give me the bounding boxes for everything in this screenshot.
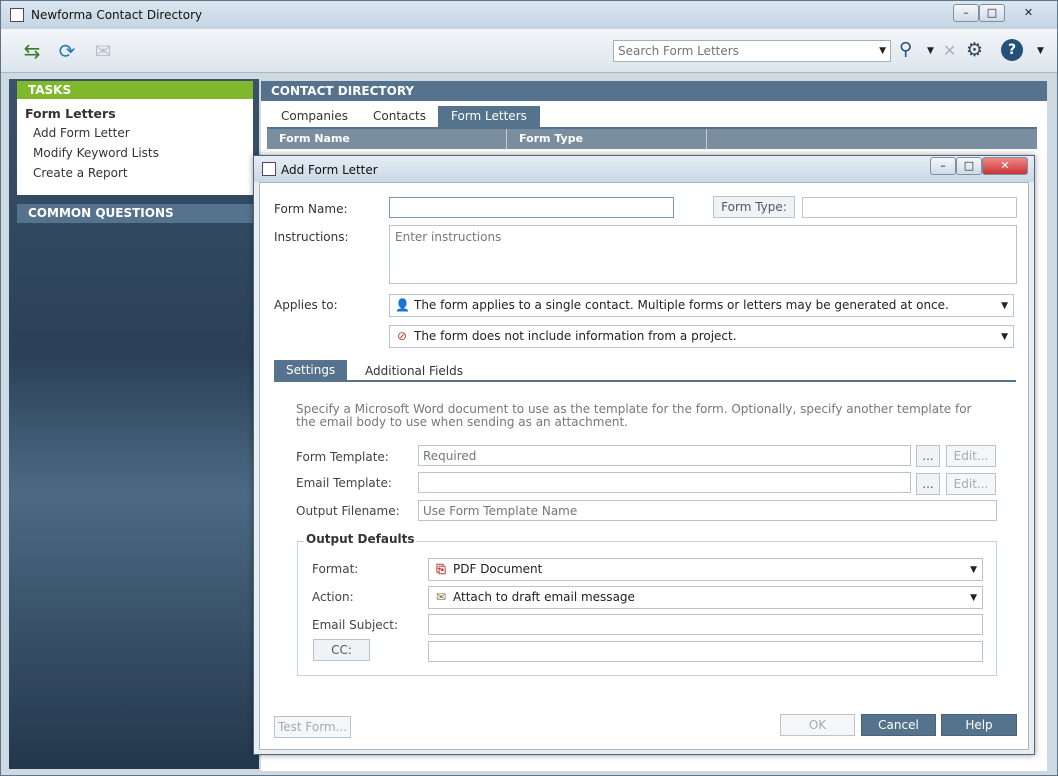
action-value: Attach to draft email message (453, 590, 635, 604)
search-options-icon[interactable]: ▼ (927, 46, 934, 56)
cancel-button[interactable]: Cancel (861, 714, 936, 736)
form-name-input[interactable] (389, 197, 674, 218)
chevron-down-icon: ▼ (970, 565, 977, 575)
tasks-header: TASKS (17, 81, 253, 99)
task-create-report[interactable]: Create a Report (33, 166, 128, 180)
switch-view-icon[interactable]: ⇆ (18, 37, 46, 65)
applies-to-project-select[interactable]: ⊘ The form does not include information … (389, 325, 1014, 348)
tab-companies[interactable]: Companies (268, 106, 361, 127)
refresh-icon[interactable]: ⟳ (53, 37, 81, 65)
applies-to-contact-value: The form applies to a single contact. Mu… (414, 298, 949, 312)
tasks-panel: TASKS Form Letters Add Form Letter Modif… (17, 81, 253, 195)
search-dropdown-icon[interactable]: ▼ (879, 46, 886, 56)
test-form-button[interactable]: Test Form... (274, 716, 351, 738)
applies-to-label: Applies to: (274, 298, 338, 312)
output-defaults-legend: Output Defaults (304, 532, 417, 546)
grid-header: Form Name Form Type (267, 127, 1037, 149)
tab-contacts[interactable]: Contacts (360, 106, 439, 127)
tasks-section-title: Form Letters (25, 106, 116, 121)
dialog-app-icon (262, 162, 276, 176)
output-filename-input[interactable] (418, 500, 997, 521)
clear-search-icon[interactable]: ✕ (943, 41, 956, 60)
applies-to-project-value: The form does not include information fr… (414, 329, 737, 343)
email-attachment-icon: ✉ (435, 590, 447, 604)
form-template-label: Form Template: (296, 450, 389, 464)
email-template-input[interactable] (418, 472, 911, 493)
settings-description: Specify a Microsoft Word document to use… (296, 402, 972, 429)
instructions-input[interactable]: Enter instructions (389, 225, 1017, 284)
form-template-browse-button[interactable]: ... (916, 445, 940, 467)
dialog-maximize-button[interactable]: □ (956, 157, 982, 175)
dialog-title: Add Form Letter (281, 163, 378, 177)
app-title-bar: Newforma Contact Directory – □ ✕ (1, 1, 1057, 29)
gear-icon[interactable]: ⚙ (966, 39, 983, 61)
search-box[interactable]: ▼ (613, 40, 891, 62)
email-template-label: Email Template: (296, 476, 392, 490)
search-input[interactable] (616, 43, 866, 59)
tab-underline (274, 380, 1016, 382)
form-template-edit-button[interactable]: Edit... (946, 445, 996, 467)
form-type-button[interactable]: Form Type: (713, 196, 795, 218)
column-form-name[interactable]: Form Name (267, 129, 507, 149)
task-add-form-letter[interactable]: Add Form Letter (33, 126, 130, 140)
help-dropdown-icon[interactable]: ▼ (1037, 46, 1044, 56)
tab-form-letters[interactable]: Form Letters (438, 106, 540, 127)
app-icon (10, 8, 24, 22)
minimize-button[interactable]: – (953, 4, 979, 22)
tab-settings[interactable]: Settings (274, 360, 348, 380)
search-icon[interactable]: ⚲ (899, 39, 912, 60)
add-form-letter-dialog: Add Form Letter – □ ✕ Form Name: Form Ty… (253, 155, 1035, 755)
task-modify-keyword-lists[interactable]: Modify Keyword Lists (33, 146, 159, 160)
maximize-button[interactable]: □ (979, 4, 1005, 22)
chevron-down-icon: ▼ (1001, 301, 1008, 311)
ok-button[interactable]: OK (780, 714, 855, 736)
contact-icon: 👤 (395, 298, 410, 312)
contact-directory-header: CONTACT DIRECTORY (261, 81, 1047, 101)
email-subject-input[interactable] (428, 614, 983, 635)
form-template-input[interactable] (418, 445, 911, 466)
chevron-down-icon: ▼ (970, 593, 977, 603)
pdf-icon: ⎘ (436, 562, 446, 576)
dialog-title-bar: Add Form Letter – □ ✕ (254, 156, 1034, 182)
cc-input[interactable] (428, 641, 983, 662)
action-select[interactable]: ✉ Attach to draft email message ▼ (428, 586, 983, 609)
contact-directory-tabs: Companies Contacts Form Letters (261, 101, 1047, 127)
email-template-browse-button[interactable]: ... (916, 473, 940, 495)
help-icon[interactable]: ? (1001, 39, 1023, 61)
tab-additional-fields[interactable]: Additional Fields (353, 361, 475, 381)
close-button[interactable]: ✕ (1006, 4, 1051, 22)
output-filename-label: Output Filename: (296, 504, 400, 518)
dialog-body: Form Name: Form Type: Instructions: Ente… (259, 182, 1029, 750)
column-form-type[interactable]: Form Type (507, 129, 707, 149)
format-value: PDF Document (453, 562, 543, 576)
no-project-icon: ⊘ (396, 329, 408, 343)
form-type-input[interactable] (802, 197, 1017, 218)
applies-to-contact-select[interactable]: 👤 The form applies to a single contact. … (389, 294, 1014, 317)
app-title: Newforma Contact Directory (31, 8, 203, 22)
email-template-edit-button[interactable]: Edit... (946, 473, 996, 495)
email-subject-label: Email Subject: (312, 618, 399, 632)
format-label: Format: (312, 562, 359, 576)
format-select[interactable]: ⎘ PDF Document ▼ (428, 558, 983, 581)
chevron-down-icon: ▼ (1001, 332, 1008, 342)
action-label: Action: (312, 590, 354, 604)
help-button[interactable]: Help (941, 714, 1017, 736)
instructions-label: Instructions: (274, 230, 349, 244)
email-icon[interactable]: ✉ (89, 37, 117, 65)
form-name-label: Form Name: (274, 202, 348, 216)
common-questions-header[interactable]: COMMON QUESTIONS (17, 204, 253, 223)
cc-button[interactable]: CC: (313, 639, 370, 661)
dialog-close-button[interactable]: ✕ (982, 157, 1028, 175)
dialog-minimize-button[interactable]: – (930, 157, 956, 175)
